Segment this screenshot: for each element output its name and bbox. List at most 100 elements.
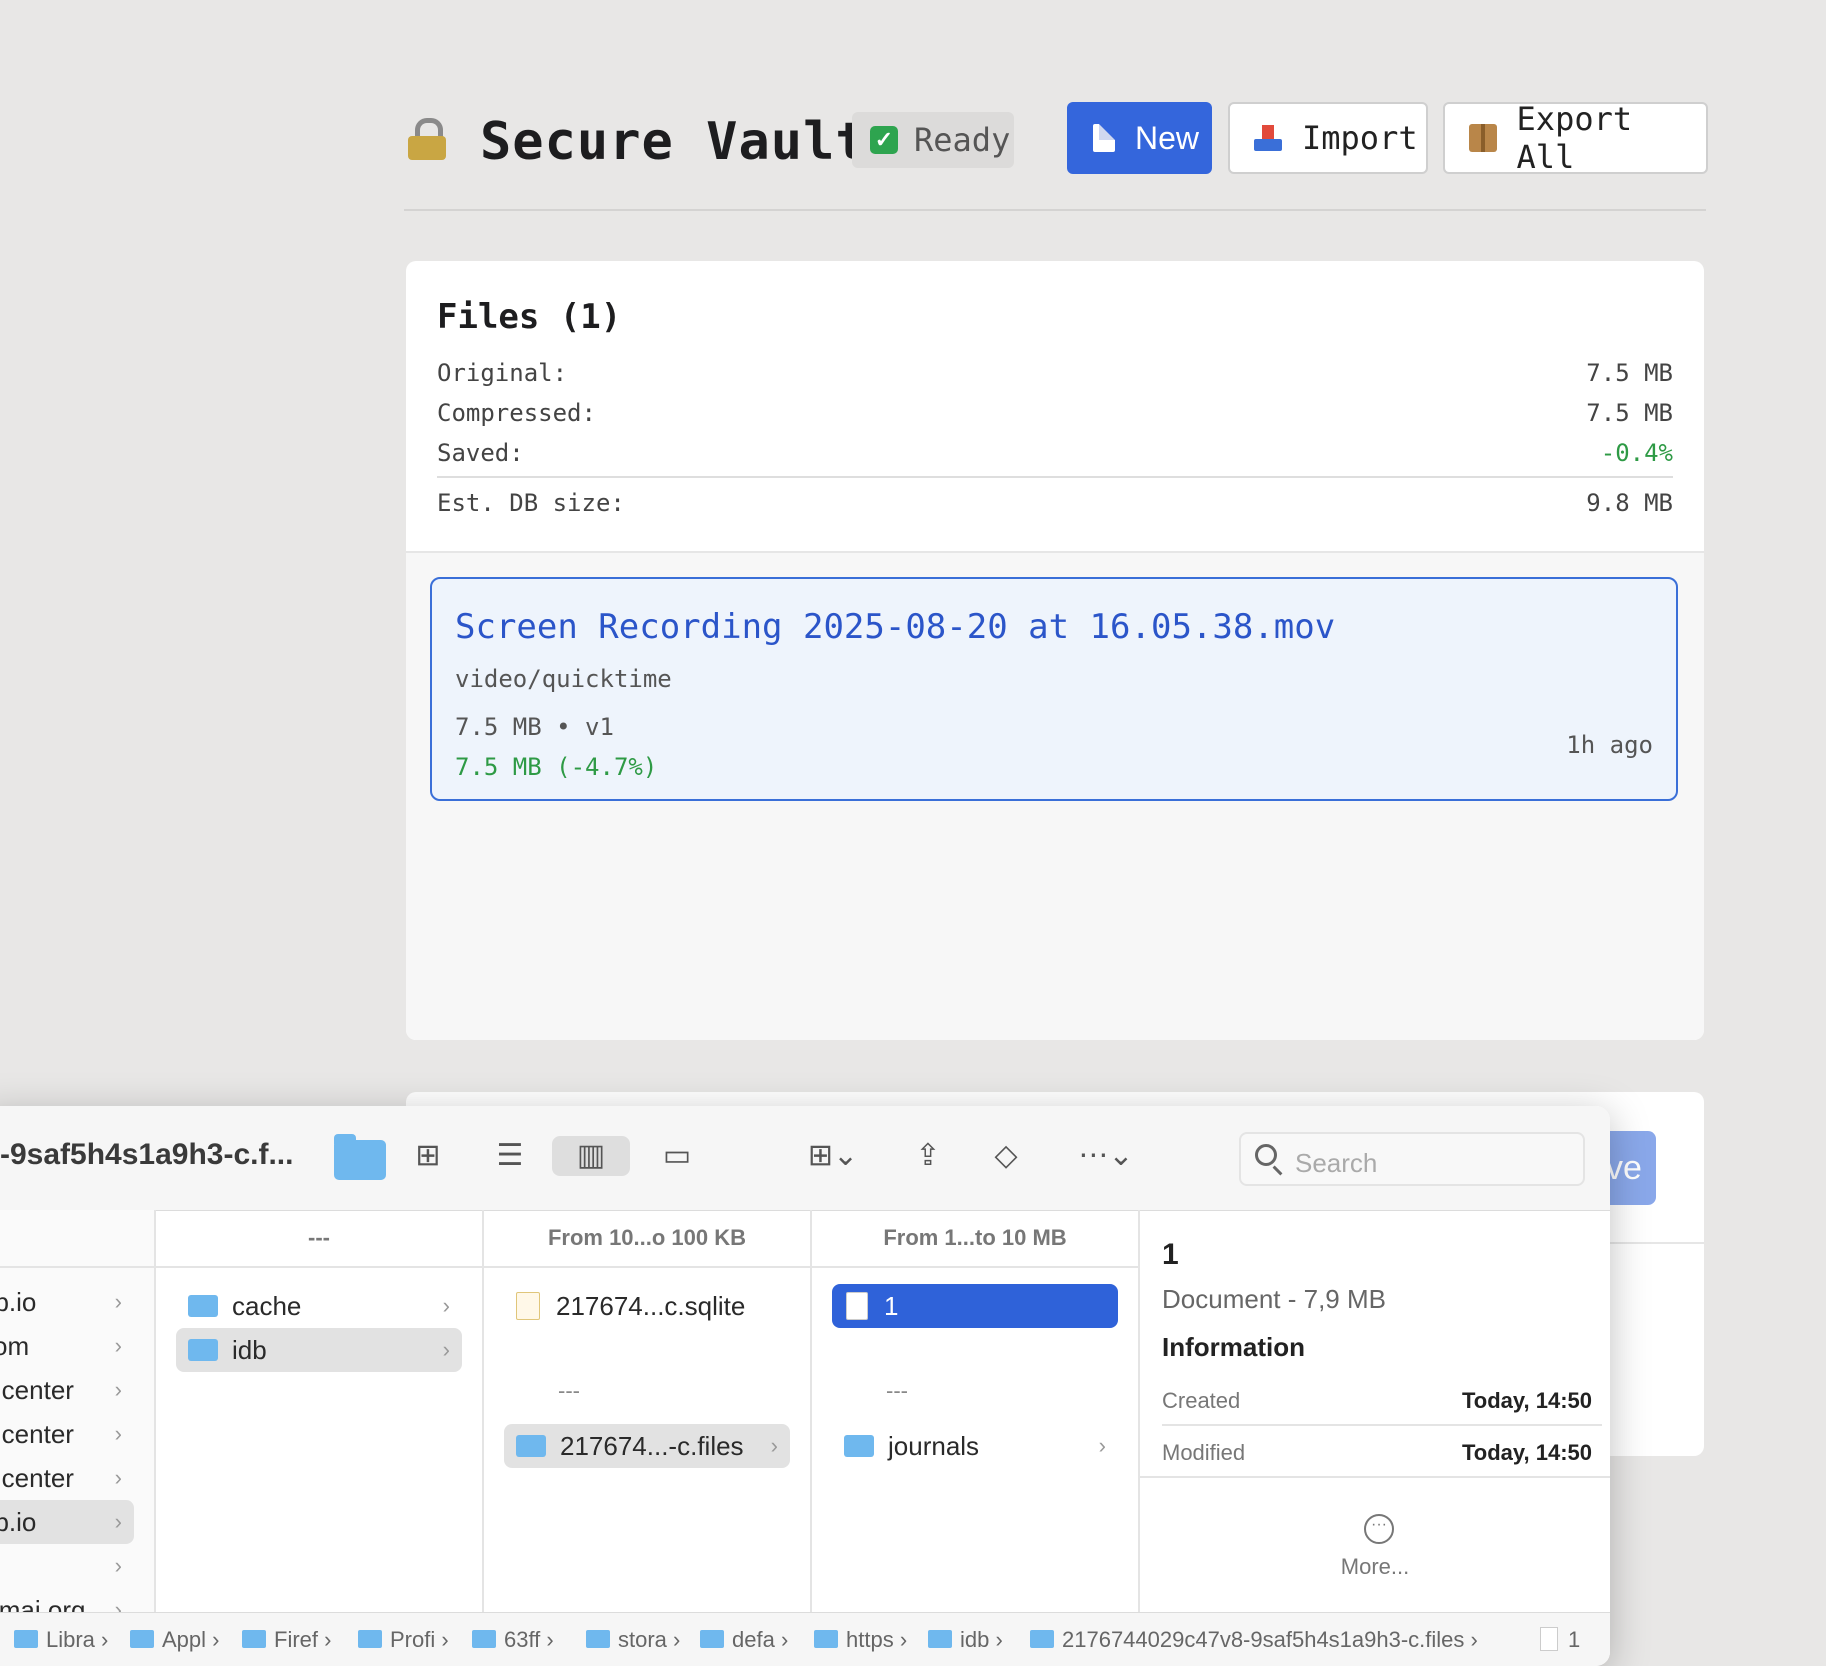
new-button[interactable]: New <box>1067 102 1212 174</box>
file-item-1[interactable]: 1 <box>832 1284 1118 1328</box>
finder-column-0: ub.io › com › e.center › a.center › e.center… <box>0 1210 156 1625</box>
list-item[interactable]: com › <box>0 1324 134 1368</box>
path-crumb[interactable]: Firef › <box>242 1627 331 1653</box>
stat-value: 7.5 MB <box>1586 399 1673 427</box>
group-by-icon[interactable]: ⊞⌄ <box>796 1136 870 1176</box>
folder-icon <box>1030 1630 1054 1649</box>
folder-item-idb[interactable]: idb › <box>176 1328 462 1372</box>
stat-label: Est. DB size: <box>437 489 625 517</box>
crumb-label: Profi <box>390 1627 436 1652</box>
path-crumb[interactable]: defa › <box>700 1627 788 1653</box>
item-label: 1 <box>884 1291 899 1321</box>
folder-icon <box>14 1630 38 1649</box>
column-header: From 10...o 100 KB <box>484 1210 810 1268</box>
lock-icon <box>408 118 446 160</box>
finder-column-3: From 1...to 10 MB 1 --- journals › <box>812 1210 1140 1612</box>
chevron-right-icon: › <box>114 1333 122 1358</box>
item-label: idb <box>232 1335 267 1365</box>
path-crumb[interactable]: idb › <box>928 1627 1003 1653</box>
import-button[interactable]: Import <box>1228 102 1428 174</box>
item-label: e.center <box>0 1463 74 1493</box>
list-item[interactable]: ub.io › <box>0 1280 134 1324</box>
stat-saved: Saved: -0.4% <box>437 439 1673 467</box>
preview-file-name: 1 <box>1162 1238 1179 1271</box>
file-item-sqlite[interactable]: 217674...c.sqlite <box>504 1284 790 1328</box>
chevron-right-icon: › <box>114 1553 122 1578</box>
more-button[interactable]: More... <box>1140 1554 1610 1580</box>
chevron-right-icon: › <box>770 1433 778 1458</box>
crumb-label: idb <box>960 1627 990 1652</box>
path-crumb[interactable]: https › <box>814 1627 907 1653</box>
document-icon <box>1540 1627 1558 1652</box>
created-row: Created Today, 14:50 <box>1162 1388 1602 1414</box>
finder-column-1: --- cache › idb › <box>156 1210 484 1612</box>
stat-value: 9.8 MB <box>1586 489 1673 517</box>
group-divider: --- <box>558 1378 580 1403</box>
row-label: Modified <box>1162 1440 1246 1465</box>
item-label: 217674...-c.files <box>560 1431 744 1461</box>
path-crumb[interactable]: 2176744029c47v8-9saf5h4s1a9h3-c.files › <box>1030 1627 1478 1653</box>
folder-icon <box>844 1435 874 1458</box>
file-meta: 7.5 MB • v1 <box>455 713 614 741</box>
folder-icon[interactable] <box>334 1134 386 1180</box>
file-age: 1h ago <box>1566 731 1653 759</box>
file-card[interactable]: Screen Recording 2025-08-20 at 16.05.38.… <box>430 577 1678 801</box>
icon-view-icon[interactable]: ⊞ <box>408 1136 448 1176</box>
preview-pane: 1 Document - 7,9 MB Information Created … <box>1140 1210 1610 1612</box>
files-heading: Files (1) <box>437 297 622 337</box>
path-crumb[interactable]: 1 <box>1540 1627 1580 1653</box>
crumb-label: 1 <box>1568 1627 1581 1652</box>
crumb-label: https <box>846 1627 894 1652</box>
list-item[interactable]: a.center › <box>0 1412 134 1456</box>
information-heading: Information <box>1162 1332 1305 1362</box>
stat-value: 7.5 MB <box>1586 359 1673 387</box>
file-name: Screen Recording 2025-08-20 at 16.05.38.… <box>455 607 1336 647</box>
crumb-label: stora <box>618 1627 667 1652</box>
finder-window-title: -9saf5h4s1a9h3-c.f... <box>0 1138 294 1171</box>
inbox-tray-icon <box>1254 125 1282 151</box>
folder-icon <box>700 1630 724 1649</box>
export-all-button-label: Export All <box>1516 100 1633 176</box>
ellipsis-circle-icon[interactable]: ··· <box>1364 1514 1394 1544</box>
import-button-label: Import <box>1302 119 1418 157</box>
folder-item-cache[interactable]: cache › <box>176 1284 462 1328</box>
new-button-label: New <box>1135 119 1200 156</box>
search-icon <box>1255 1144 1277 1166</box>
row-divider <box>1162 1424 1602 1426</box>
column-view-icon[interactable]: ▥ <box>552 1136 630 1176</box>
more-actions-icon[interactable]: ⋯⌄ <box>1070 1136 1142 1176</box>
chevron-right-icon: › <box>114 1509 122 1534</box>
list-item[interactable]: e.center › <box>0 1368 134 1412</box>
path-crumb[interactable]: Libra › <box>14 1627 108 1653</box>
search-field[interactable]: Search <box>1239 1132 1585 1186</box>
export-all-button[interactable]: Export All <box>1443 100 1708 176</box>
share-icon[interactable]: ⇪ <box>908 1136 948 1176</box>
list-view-icon[interactable]: ☰ <box>490 1136 530 1176</box>
item-label: journals <box>888 1431 980 1461</box>
tag-icon[interactable]: ◇ <box>986 1136 1026 1176</box>
stats-divider <box>437 476 1673 478</box>
path-crumb[interactable]: Appl › <box>130 1627 220 1653</box>
stat-original: Original: 7.5 MB <box>437 359 1673 387</box>
path-crumb[interactable]: stora › <box>586 1627 680 1653</box>
gallery-view-icon[interactable]: ▭ <box>654 1136 700 1176</box>
folder-icon <box>472 1630 496 1649</box>
chevron-right-icon: › <box>114 1465 122 1490</box>
preview-file-kind: Document - 7,9 MB <box>1162 1284 1386 1314</box>
folder-item-files[interactable]: 217674...-c.files › <box>504 1424 790 1468</box>
list-item[interactable]: e.center › <box>0 1456 134 1500</box>
finder-toolbar: -9saf5h4s1a9h3-c.f... ⊞ ☰ ▥ ▭ ⊞⌄ ⇪ ◇ ⋯⌄ … <box>0 1106 1610 1211</box>
chevron-right-icon: › <box>442 1293 450 1318</box>
stat-label: Saved: <box>437 439 524 467</box>
path-crumb[interactable]: Profi › <box>358 1627 449 1653</box>
item-label: ub.io <box>0 1287 37 1317</box>
header-divider <box>404 209 1706 211</box>
app-header: Secure Vault ✓ Ready New Import Export A… <box>404 96 1708 178</box>
folder-icon <box>358 1630 382 1649</box>
list-item[interactable]: › <box>0 1544 134 1588</box>
folder-icon <box>188 1339 218 1362</box>
list-item[interactable]: ub.io › <box>0 1500 134 1544</box>
folder-item-journals[interactable]: journals › <box>832 1424 1118 1468</box>
stat-compressed: Compressed: 7.5 MB <box>437 399 1673 427</box>
path-crumb[interactable]: 63ff › <box>472 1627 554 1653</box>
